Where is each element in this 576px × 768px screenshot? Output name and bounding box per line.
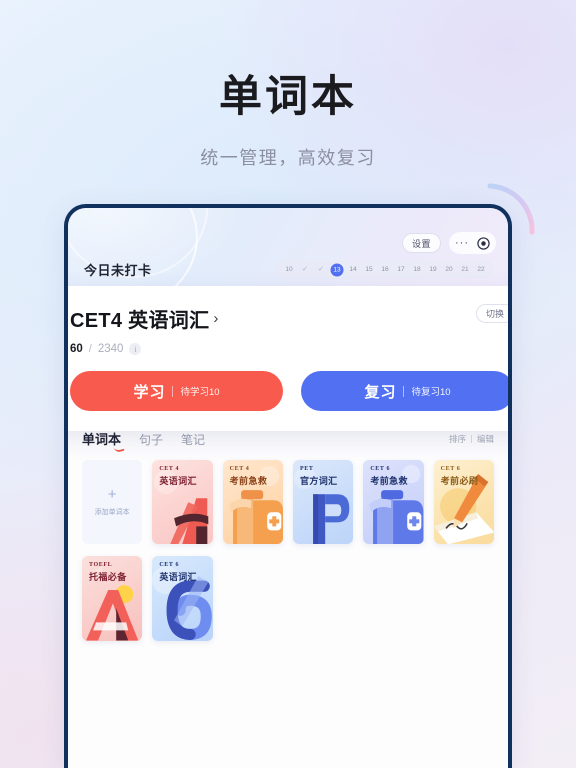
wordbook-level: CET 4 (229, 466, 250, 472)
current-wordbook-header: CET4 英语词汇 › 切换 (70, 304, 508, 333)
wordbook-name: 考前必刷 (440, 476, 479, 486)
calendar-day[interactable]: 16 (377, 263, 393, 276)
progress-separator: / (88, 343, 92, 355)
wordbook-name: 考前急救 (229, 476, 268, 486)
switch-wordbook-button[interactable]: 切换 (475, 304, 508, 323)
calendar-day[interactable]: 15 (361, 263, 377, 276)
review-button[interactable]: 复习 待复习10 (301, 371, 508, 411)
current-wordbook-title[interactable]: CET4 英语词汇 › (70, 304, 219, 333)
wordbook-card[interactable]: CET 4 英语词汇 (152, 460, 213, 545)
progress-total: 2340 (97, 343, 124, 355)
sort-button[interactable]: 排序 (449, 433, 466, 445)
tab-wordbook[interactable]: 单词本 (82, 429, 125, 453)
more-options-icon[interactable]: ··· (455, 238, 469, 249)
calendar-today-dot (335, 272, 339, 275)
wordbook-level: TOEFL (89, 562, 113, 569)
review-button-label: 复习 (364, 383, 397, 401)
settings-button[interactable]: 设置 (401, 233, 441, 253)
wordbook-card[interactable]: CET 4 考前急救 (222, 460, 283, 545)
checkin-row: 今日未打卡 10 ✓ ✓ 13 14 15 16 17 18 19 20 21 … (68, 260, 508, 279)
calendar-strip[interactable]: 10 ✓ ✓ 13 14 15 16 17 18 19 20 21 22 (276, 261, 494, 278)
wordbook-card-text: CET 6 考前急救 (370, 466, 408, 487)
tab-notes[interactable]: 笔记 (181, 431, 205, 450)
tab-active-underline (113, 443, 125, 453)
wordbook-card[interactable]: CET 6 考前急救 (363, 460, 424, 545)
edit-button[interactable]: 编辑 (477, 433, 494, 445)
wordbook-level: CET 6 (370, 466, 391, 472)
calendar-day[interactable]: 20 (441, 263, 457, 276)
wordbook-card-text: CET 4 英语词汇 (159, 466, 197, 487)
page-title: 单词本 (219, 73, 357, 121)
close-target-icon[interactable] (477, 236, 490, 250)
wordbook-card-text: CET 4 考前急救 (230, 466, 268, 487)
list-tools: 排序 编辑 (449, 433, 494, 445)
calendar-day[interactable]: 10 (281, 263, 297, 276)
wordbook-card-text: TOEFL 托福必备 (89, 562, 127, 583)
calendar-day[interactable]: 14 (345, 263, 361, 276)
calendar-day[interactable]: 19 (425, 263, 441, 276)
study-button-label: 学习 (133, 383, 166, 401)
calendar-day[interactable]: 22 (473, 263, 489, 276)
chevron-right-icon: › (213, 310, 219, 327)
wordbook-list-section: 单词本 句子 笔记 排序 编辑 + 添加单词本 CET 4 英语词汇 CET 4… (68, 424, 508, 768)
wordbook-name: 英语词汇 (159, 572, 197, 583)
tablet-device-frame: 设置 ··· 今日未打卡 10 ✓ ✓ 13 14 15 16 17 18 19… (64, 204, 512, 768)
wordbook-level: CET 6 (159, 562, 180, 569)
checkin-status: 今日未打卡 (84, 263, 152, 278)
wordbook-name: 考前急救 (370, 476, 408, 486)
calendar-day-checked[interactable]: ✓ (297, 263, 313, 276)
study-button-divider (172, 385, 174, 397)
calendar-day[interactable]: 21 (457, 263, 473, 276)
wordbook-name: 英语词汇 (159, 476, 197, 486)
plus-icon: + (107, 486, 117, 504)
add-wordbook-label: 添加单词本 (94, 509, 130, 517)
page-subtitle: 统一管理，高效复习 (200, 148, 376, 168)
add-wordbook-card[interactable]: + 添加单词本 (82, 460, 143, 545)
wordbook-card[interactable]: TOEFL 托福必备 (82, 556, 143, 641)
calendar-day[interactable]: 17 (393, 263, 409, 276)
wordbook-grid: + 添加单词本 CET 4 英语词汇 CET 4 考前急救 PET 官方词汇 C… (82, 460, 494, 641)
calendar-day-checked[interactable]: ✓ (313, 263, 329, 276)
wordbook-card-text: CET 6 英语词汇 (159, 562, 197, 583)
window-control-group: ··· (449, 232, 496, 254)
window-controls: 设置 ··· (401, 232, 496, 254)
wordbook-card[interactable]: CET 6 考前必刷 (433, 460, 494, 545)
progress-current: 60 (70, 343, 83, 355)
wordbook-card-text: CET 6 考前必刷 (441, 466, 479, 487)
current-wordbook-card: CET4 英语词汇 › 切换 60 / 2340 i 学习 待学习10 复习 待… (68, 286, 508, 431)
review-button-count: 待复习10 (411, 387, 451, 398)
study-button[interactable]: 学习 待学习10 (70, 371, 283, 411)
tab-wordbook-label: 单词本 (82, 431, 122, 447)
wordbook-name: 托福必备 (89, 572, 127, 583)
tablet-screen: 设置 ··· 今日未打卡 10 ✓ ✓ 13 14 15 16 17 18 19… (68, 208, 508, 768)
app-banner: 设置 ··· (68, 208, 508, 312)
tool-divider (470, 435, 472, 443)
wordbook-level: CET 4 (159, 466, 180, 472)
current-wordbook-title-label: CET4 英语词汇 (70, 310, 210, 332)
progress-row: 60 / 2340 i (70, 343, 508, 355)
calendar-day[interactable]: 18 (409, 263, 425, 276)
wordbook-level: CET 6 (440, 466, 461, 472)
tab-group: 单词本 句子 笔记 (82, 429, 205, 453)
info-icon[interactable]: i (129, 343, 142, 355)
wordbook-card-text: PET 官方词汇 (300, 466, 338, 487)
study-button-count: 待学习10 (180, 387, 220, 398)
wordbook-card[interactable]: CET 6 英语词汇 (152, 556, 213, 641)
wordbook-name: 官方词汇 (299, 476, 338, 486)
tab-sentences[interactable]: 句子 (139, 431, 163, 450)
review-button-divider (403, 385, 405, 397)
wordbook-card[interactable]: PET 官方词汇 (292, 460, 354, 545)
action-button-row: 学习 待学习10 复习 待复习10 (70, 371, 508, 411)
wordbook-level: PET (299, 466, 314, 472)
hero-section: 单词本 统一管理，高效复习 (0, 0, 576, 170)
